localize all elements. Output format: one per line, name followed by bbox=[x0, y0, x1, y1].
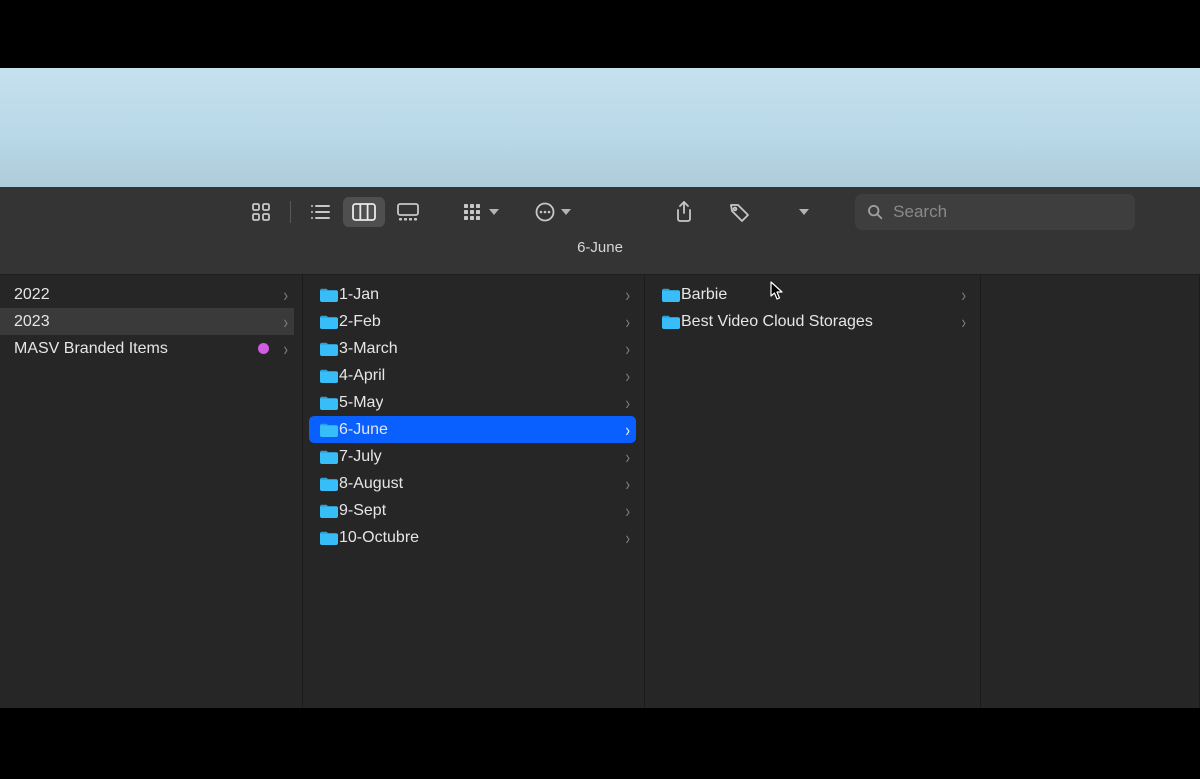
folder-row[interactable]: 8-August › bbox=[309, 470, 636, 497]
folder-name: Barbie bbox=[681, 286, 727, 304]
search-field[interactable] bbox=[855, 194, 1135, 230]
more-dropdown-button[interactable] bbox=[783, 197, 825, 227]
view-columns-button[interactable] bbox=[343, 197, 385, 227]
chevron-right-icon: › bbox=[625, 338, 630, 359]
action-menu-button[interactable] bbox=[531, 197, 573, 227]
tag-dot-purple bbox=[258, 343, 269, 354]
folder-icon bbox=[319, 395, 339, 411]
window-title-bar: 6-June bbox=[0, 237, 1200, 275]
folder-row[interactable]: 2-Feb › bbox=[309, 308, 636, 335]
tags-button[interactable] bbox=[719, 197, 761, 227]
folder-icon bbox=[319, 422, 339, 438]
column-1[interactable]: 1-Jan › 2-Feb › 3-March › 4-April › 5-Ma… bbox=[303, 275, 645, 708]
column-browser: 2022 › 2023 › MASV Branded Items › 1-Jan… bbox=[0, 275, 1200, 708]
folder-icon bbox=[661, 314, 681, 330]
folder-row[interactable]: MASV Branded Items › bbox=[0, 335, 294, 362]
action-segment bbox=[531, 197, 573, 227]
chevron-right-icon: › bbox=[283, 311, 288, 332]
folder-row[interactable]: 2022 › bbox=[0, 281, 294, 308]
view-list-button[interactable] bbox=[299, 197, 341, 227]
folder-row[interactable]: 5-May › bbox=[309, 389, 636, 416]
group-by-button[interactable] bbox=[459, 197, 501, 227]
folder-row[interactable]: Best Video Cloud Storages › bbox=[651, 308, 972, 335]
folder-name: 2-Feb bbox=[339, 313, 381, 331]
chevron-right-icon: › bbox=[625, 473, 630, 494]
chevron-right-icon: › bbox=[625, 500, 630, 521]
chevron-right-icon: › bbox=[625, 527, 630, 548]
view-gallery-button[interactable] bbox=[387, 197, 429, 227]
chevron-right-icon: › bbox=[283, 338, 288, 359]
folder-name: 5-May bbox=[339, 394, 383, 412]
chevron-right-icon: › bbox=[283, 284, 288, 305]
finder-toolbar bbox=[0, 187, 1200, 237]
folder-name: Best Video Cloud Storages bbox=[681, 313, 873, 331]
cursor-icon bbox=[770, 281, 784, 301]
folder-name: 9-Sept bbox=[339, 502, 386, 520]
chevron-right-icon: › bbox=[625, 446, 630, 467]
folder-icon bbox=[319, 449, 339, 465]
folder-name: 2022 bbox=[14, 286, 50, 304]
folder-icon bbox=[319, 476, 339, 492]
column-0[interactable]: 2022 › 2023 › MASV Branded Items › bbox=[0, 275, 303, 708]
folder-row[interactable]: 9-Sept › bbox=[309, 497, 636, 524]
group-by-segment bbox=[459, 197, 501, 227]
folder-name: 7-July bbox=[339, 448, 382, 466]
folder-name: 6-June bbox=[339, 421, 388, 439]
folder-row[interactable]: 7-July › bbox=[309, 443, 636, 470]
folder-name: 2023 bbox=[14, 313, 50, 331]
chevron-down-icon bbox=[561, 209, 571, 215]
search-icon bbox=[867, 203, 883, 221]
folder-row[interactable]: 3-March › bbox=[309, 335, 636, 362]
folder-row[interactable]: Barbie › bbox=[651, 281, 972, 308]
column-3[interactable] bbox=[981, 275, 1200, 708]
folder-icon bbox=[319, 341, 339, 357]
folder-icon bbox=[319, 530, 339, 546]
chevron-right-icon: › bbox=[625, 365, 630, 386]
divider bbox=[290, 201, 291, 223]
folder-name: MASV Branded Items bbox=[14, 340, 168, 358]
window-title: 6-June bbox=[577, 239, 623, 256]
folder-icon bbox=[319, 287, 339, 303]
column-2[interactable]: Barbie › Best Video Cloud Storages › bbox=[645, 275, 981, 708]
chevron-right-icon: › bbox=[625, 311, 630, 332]
folder-icon bbox=[319, 368, 339, 384]
share-button[interactable] bbox=[663, 197, 705, 227]
view-icons-button[interactable] bbox=[240, 197, 282, 227]
chevron-right-icon: › bbox=[961, 284, 966, 305]
folder-row[interactable]: 1-Jan › bbox=[309, 281, 636, 308]
folder-row[interactable]: 4-April › bbox=[309, 362, 636, 389]
folder-name: 10-Octubre bbox=[339, 529, 419, 547]
folder-row[interactable]: 2023 › bbox=[0, 308, 294, 335]
folder-name: 1-Jan bbox=[339, 286, 379, 304]
chevron-right-icon: › bbox=[961, 311, 966, 332]
chevron-right-icon: › bbox=[625, 392, 630, 413]
folder-name: 8-August bbox=[339, 475, 403, 493]
letterbox-bottom bbox=[0, 708, 1200, 779]
folder-icon bbox=[319, 314, 339, 330]
search-input[interactable] bbox=[893, 202, 1123, 222]
chevron-right-icon: › bbox=[625, 419, 630, 440]
view-switcher bbox=[240, 197, 429, 227]
letterbox-top bbox=[0, 0, 1200, 68]
desktop-wallpaper bbox=[0, 68, 1200, 187]
folder-row[interactable]: 6-June › bbox=[309, 416, 636, 443]
folder-name: 4-April bbox=[339, 367, 385, 385]
chevron-down-icon bbox=[799, 209, 809, 215]
folder-name: 3-March bbox=[339, 340, 398, 358]
chevron-down-icon bbox=[489, 209, 499, 215]
chevron-right-icon: › bbox=[625, 284, 630, 305]
folder-row[interactable]: 10-Octubre › bbox=[309, 524, 636, 551]
folder-icon bbox=[319, 503, 339, 519]
folder-icon bbox=[661, 287, 681, 303]
